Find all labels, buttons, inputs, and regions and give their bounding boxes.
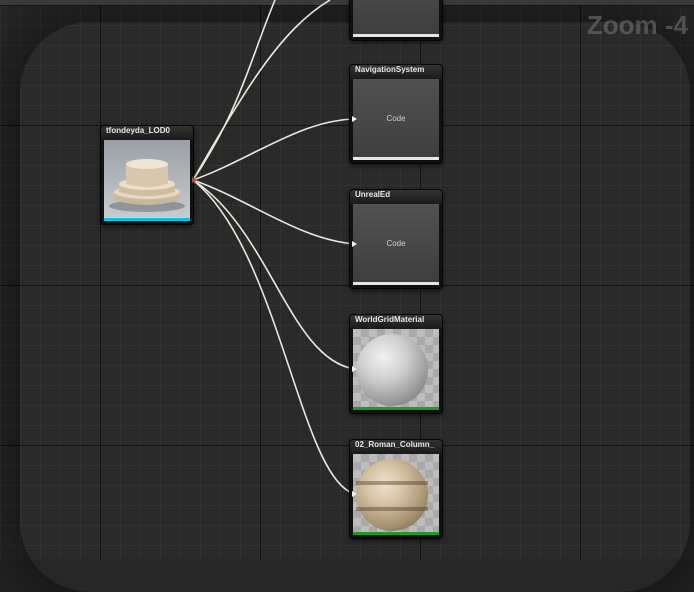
code-thumbnail: Code — [353, 79, 439, 157]
wire-to-navigation — [192, 118, 356, 181]
code-thumbnail — [353, 0, 439, 34]
asset-type-bar — [353, 157, 439, 160]
stone-band — [356, 481, 428, 485]
node-unrealed[interactable]: UnrealEd Code — [349, 189, 443, 289]
input-pin[interactable] — [352, 241, 357, 247]
wire-to-unrealed — [192, 179, 356, 245]
wire-to-top-partial — [192, 0, 276, 181]
node-source-mesh[interactable]: tfondeyda_LOD0 — [100, 125, 194, 225]
wire-to-top-partial-2 — [192, 0, 331, 181]
asset-type-bar — [353, 282, 439, 285]
input-pin[interactable] — [352, 491, 357, 497]
material-thumbnail — [353, 329, 439, 407]
asset-type-bar — [353, 532, 439, 535]
asset-type-bar — [353, 407, 439, 410]
node-roman-column-material[interactable]: 02_Roman_Column_ — [349, 439, 443, 539]
wire-to-roman-column — [192, 179, 356, 495]
node-title: UnrealEd — [350, 190, 442, 204]
input-pin[interactable] — [352, 366, 357, 372]
mesh-thumbnail — [104, 140, 190, 218]
wire-to-worldgrid — [192, 179, 356, 370]
input-pin[interactable] — [352, 116, 357, 122]
asset-type-bar — [104, 218, 190, 221]
node-title: tfondeyda_LOD0 — [101, 126, 193, 140]
node-title: NavigationSystem — [350, 65, 442, 79]
output-pin[interactable] — [192, 177, 197, 183]
node-title: WorldGridMaterial — [350, 315, 442, 329]
material-thumbnail — [353, 454, 439, 532]
column-base-icon — [109, 159, 185, 212]
node-top-partial[interactable] — [349, 0, 443, 41]
material-sphere-icon — [356, 334, 428, 406]
material-sphere-icon — [356, 459, 428, 531]
node-title: 02_Roman_Column_ — [350, 440, 442, 454]
node-world-grid-material[interactable]: WorldGridMaterial — [349, 314, 443, 414]
asset-type-bar — [353, 34, 439, 37]
node-navigation-system[interactable]: NavigationSystem Code — [349, 64, 443, 164]
stone-band — [356, 507, 428, 511]
code-thumbnail: Code — [353, 204, 439, 282]
connection-wires — [192, 0, 356, 495]
